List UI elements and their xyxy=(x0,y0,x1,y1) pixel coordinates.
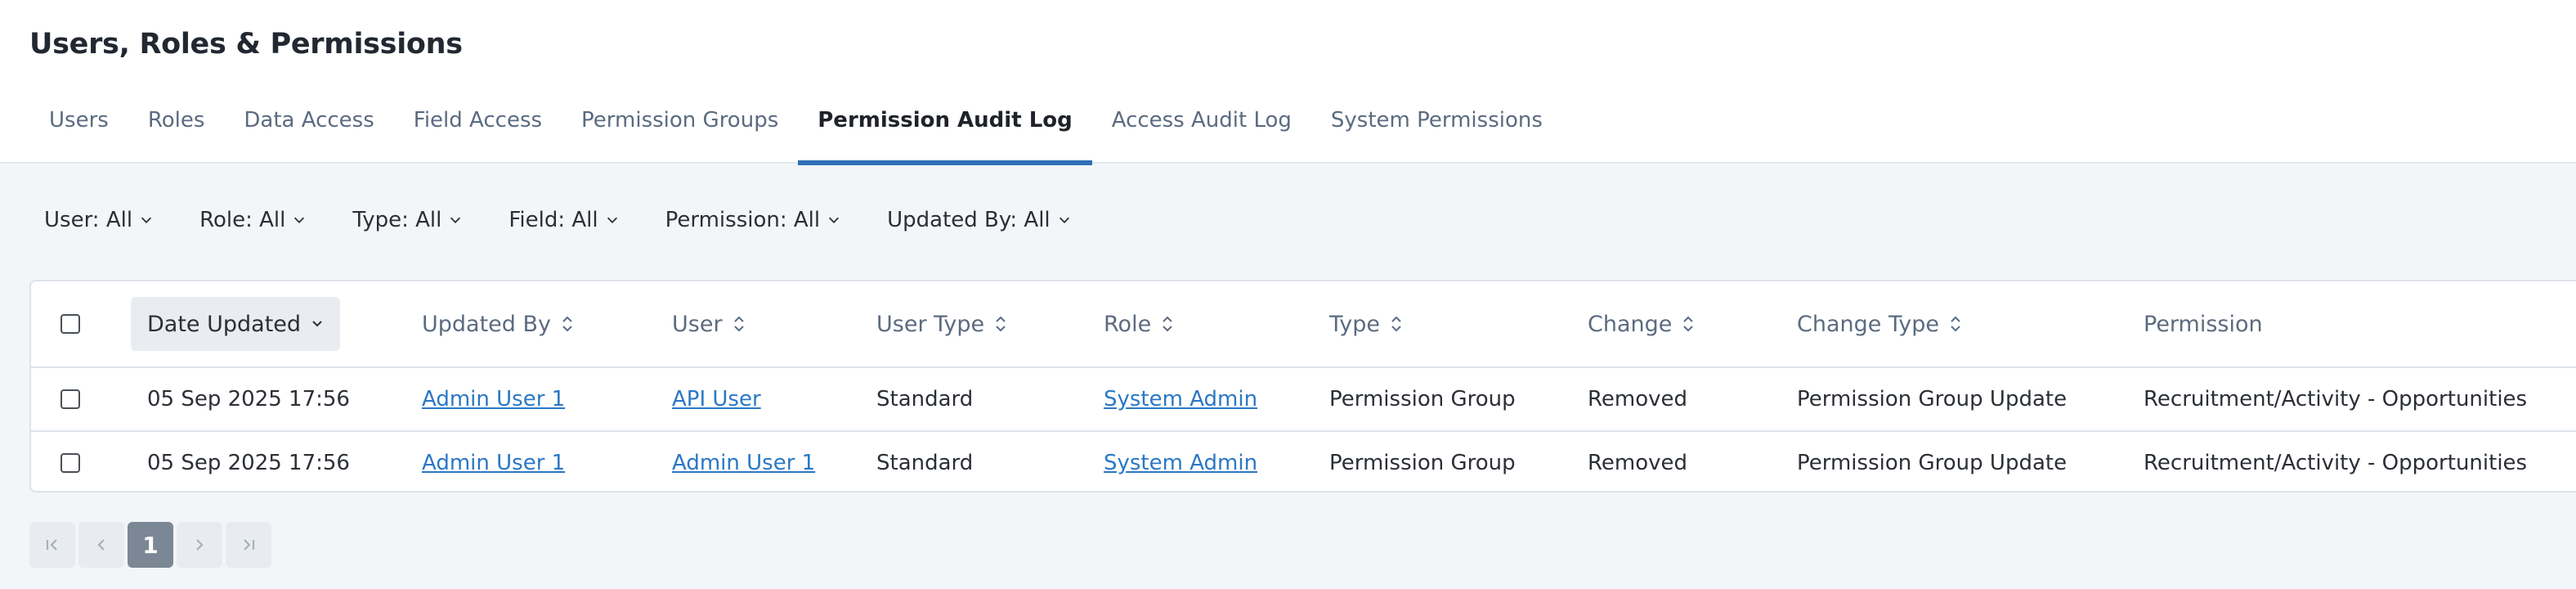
column-label-change: Change xyxy=(1588,311,1673,337)
sort-icon xyxy=(562,316,572,332)
cell-role-link[interactable]: System Admin xyxy=(1104,432,1257,491)
filter-permission[interactable]: Permission: All xyxy=(651,201,857,239)
chevron-down-icon xyxy=(1059,217,1069,223)
select-all-checkbox[interactable] xyxy=(60,314,80,334)
previous-page-button[interactable] xyxy=(78,522,124,568)
column-label-user: User xyxy=(672,311,723,337)
column-header-date-updated[interactable]: Date Updated xyxy=(131,281,341,366)
tab-field-access[interactable]: Field Access xyxy=(394,92,562,164)
sort-icon xyxy=(733,316,744,332)
cell-updated-by-link[interactable]: Admin User 1 xyxy=(422,432,565,491)
column-label-permission: Permission xyxy=(2144,311,2263,337)
column-label-user-type: User Type xyxy=(876,311,985,337)
column-header-change-type[interactable]: Change Type xyxy=(1797,281,1962,366)
sort-icon xyxy=(1391,316,1401,332)
sort-icon xyxy=(996,316,1006,332)
column-header-type[interactable]: Type xyxy=(1329,281,1403,366)
column-label-date-updated: Date Updated xyxy=(147,311,302,337)
cell-updated-by-link[interactable]: Admin User 1 xyxy=(422,368,565,430)
chevron-down-icon xyxy=(607,217,617,223)
next-page-button[interactable] xyxy=(177,522,222,568)
sort-icon xyxy=(1951,316,1960,332)
chevron-right-icon xyxy=(196,539,204,551)
column-header-user-type[interactable]: User Type xyxy=(876,281,1007,366)
cell-date-updated: 05 Sep 2025 17:56 xyxy=(147,451,350,475)
tab-system-permissions[interactable]: System Permissions xyxy=(1311,92,1562,164)
page-title: Users, Roles & Permissions xyxy=(29,28,463,61)
sort-icon xyxy=(1683,316,1694,332)
column-label-role: Role xyxy=(1104,311,1152,337)
first-page-icon xyxy=(46,539,57,551)
cell-user-type: Standard xyxy=(876,387,974,411)
filter-permission-label: Permission: All xyxy=(665,208,821,232)
last-page-button[interactable] xyxy=(226,522,271,568)
tab-bar: Users Roles Data Access Field Access Per… xyxy=(29,92,1562,165)
filter-updated-by[interactable]: Updated By: All xyxy=(872,201,1086,239)
tab-roles[interactable]: Roles xyxy=(128,92,225,164)
cell-role-link[interactable]: System Admin xyxy=(1104,368,1257,430)
filter-type-label: Type: All xyxy=(352,208,442,232)
filter-type[interactable]: Type: All xyxy=(338,201,477,239)
filter-updated-by-label: Updated By: All xyxy=(887,208,1051,232)
cell-user-type: Standard xyxy=(876,451,974,475)
column-header-updated-by[interactable]: Updated By xyxy=(422,281,574,366)
cell-permission: Recruitment/Activity - Opportunities xyxy=(2144,387,2528,411)
column-label-updated-by: Updated By xyxy=(422,311,552,337)
pagination: 1 xyxy=(29,522,271,568)
audit-log-table: Date Updated Updated By User User Type R… xyxy=(29,280,2576,492)
page-header: Users, Roles & Permissions Users Roles D… xyxy=(0,0,2576,165)
column-header-permission: Permission xyxy=(2144,281,2263,366)
tab-access-audit-log[interactable]: Access Audit Log xyxy=(1092,92,1311,164)
chevron-down-icon xyxy=(450,217,461,223)
filter-field[interactable]: Field: All xyxy=(494,201,634,239)
table-row: 05 Sep 2025 17:56 Admin User 1 Admin Use… xyxy=(31,432,2576,491)
column-header-role[interactable]: Role xyxy=(1104,281,1174,366)
row-select-cell xyxy=(60,368,80,430)
row-select-cell xyxy=(60,432,80,491)
cell-change-type: Permission Group Update xyxy=(1797,387,2068,411)
tab-users[interactable]: Users xyxy=(29,92,128,164)
chevron-left-icon xyxy=(97,539,105,551)
date-updated-sort-button[interactable]: Date Updated xyxy=(131,297,341,351)
cell-permission: Recruitment/Activity - Opportunities xyxy=(2144,451,2528,475)
tab-permission-groups[interactable]: Permission Groups xyxy=(562,92,798,164)
cell-type: Permission Group xyxy=(1329,451,1516,475)
chevron-down-icon xyxy=(141,217,152,223)
column-label-type: Type xyxy=(1329,311,1381,337)
cell-user-link[interactable]: Admin User 1 xyxy=(672,432,815,491)
sort-icon xyxy=(1163,316,1172,332)
cell-user-link[interactable]: API User xyxy=(672,368,761,430)
column-header-user[interactable]: User xyxy=(672,281,746,366)
last-page-icon xyxy=(244,539,255,551)
filter-role[interactable]: Role: All xyxy=(185,201,321,239)
cell-change: Removed xyxy=(1588,451,1688,475)
column-label-change-type: Change Type xyxy=(1797,311,1939,337)
cell-type: Permission Group xyxy=(1329,387,1516,411)
first-page-button[interactable] xyxy=(29,522,75,568)
chevron-down-icon xyxy=(312,321,322,327)
cell-date-updated: 05 Sep 2025 17:56 xyxy=(147,387,350,411)
column-header-change[interactable]: Change xyxy=(1588,281,1695,366)
page-number-button[interactable]: 1 xyxy=(128,522,173,568)
table-header-row: Date Updated Updated By User User Type R… xyxy=(31,281,2576,368)
chevron-down-icon xyxy=(829,217,840,223)
filter-user[interactable]: User: All xyxy=(29,201,168,239)
table-row: 05 Sep 2025 17:56 Admin User 1 API User … xyxy=(31,368,2576,432)
chevron-down-icon xyxy=(294,217,305,223)
tab-permission-audit-log[interactable]: Permission Audit Log xyxy=(798,92,1093,165)
filter-user-label: User: All xyxy=(44,208,133,232)
cell-change-type: Permission Group Update xyxy=(1797,451,2068,475)
cell-change: Removed xyxy=(1588,387,1688,411)
tab-data-access[interactable]: Data Access xyxy=(224,92,393,164)
filter-field-label: Field: All xyxy=(508,208,598,232)
filter-bar: User: All Role: All Type: All Field: All… xyxy=(29,201,1103,239)
row-checkbox[interactable] xyxy=(60,453,80,473)
select-all-cell xyxy=(60,281,80,366)
row-checkbox[interactable] xyxy=(60,389,80,409)
filter-role-label: Role: All xyxy=(199,208,286,232)
